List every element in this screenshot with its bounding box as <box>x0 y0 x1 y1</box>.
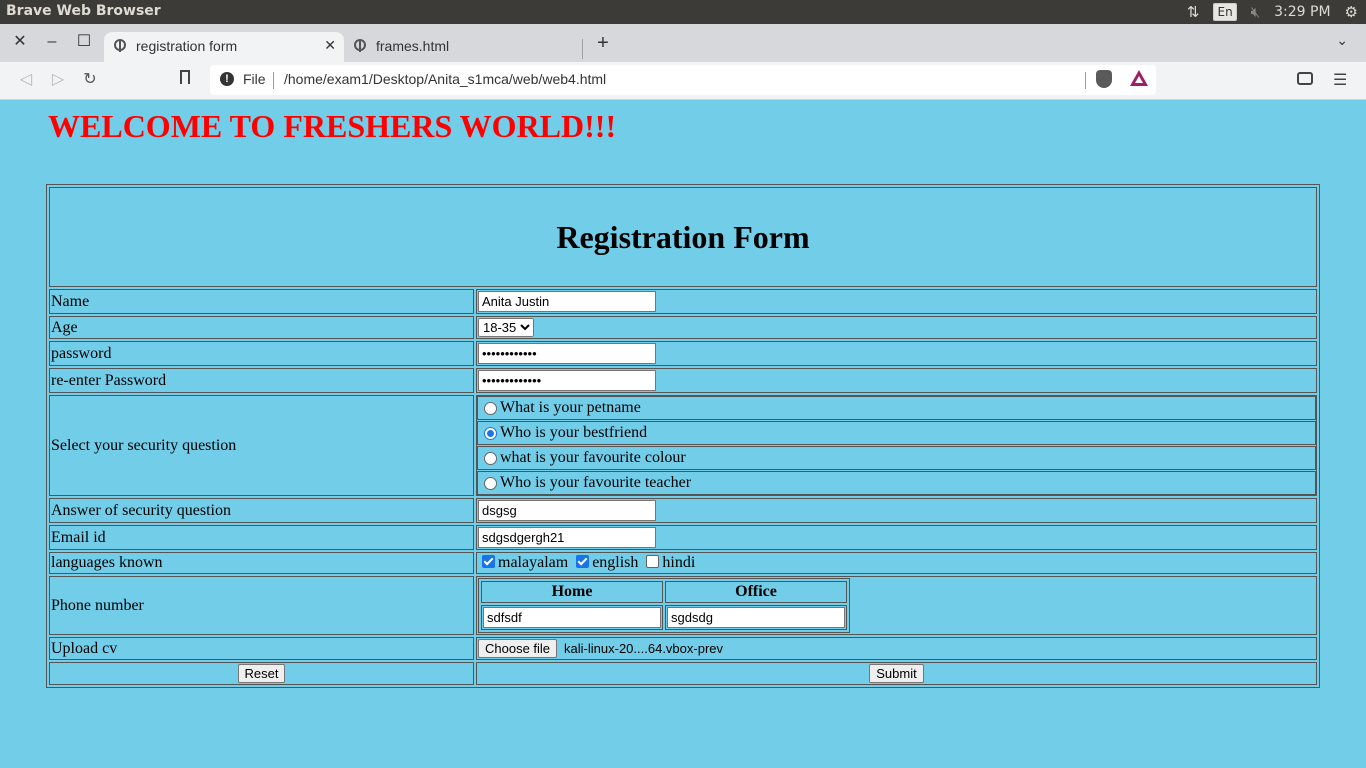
password-input[interactable] <box>478 343 656 364</box>
wallet-icon[interactable] <box>1297 72 1313 85</box>
answer-input[interactable] <box>478 500 656 521</box>
password-label: password <box>49 341 474 366</box>
brave-shields-icon[interactable] <box>1096 70 1112 88</box>
url-scheme-label: File <box>243 71 266 87</box>
language-label: hindi <box>662 554 696 571</box>
tab-label: frames.html <box>376 38 450 54</box>
security-option-teacher[interactable]: Who is your favourite teacher <box>477 471 1316 495</box>
selected-file-name: kali-linux-20....64.vbox-prev <box>564 641 724 656</box>
os-indicators: ⇅ En 🔇︎ 3:29 PM ⚙ <box>1187 2 1358 22</box>
volume-muted-icon[interactable]: 🔇︎ <box>1251 3 1260 21</box>
phone-office-input[interactable] <box>667 607 845 628</box>
language-label: malayalam <box>498 554 569 571</box>
languages-label: languages known <box>49 552 474 574</box>
phone-office-header: Office <box>665 581 847 603</box>
info-icon[interactable]: ! <box>220 72 234 86</box>
browser-tab-strip: ✕ – ☐ registration form ✕ frames.html <box>0 24 1366 62</box>
upload-cv-label: Upload cv <box>49 637 474 660</box>
security-option-label: what is your favourite colour <box>500 449 686 466</box>
tab-close-icon[interactable]: ✕ <box>324 37 336 54</box>
submit-button[interactable]: Submit <box>869 664 924 683</box>
url-separator <box>273 72 274 89</box>
page-viewport: WELCOME TO FRESHERS WORLD!!! Registratio… <box>4 100 1362 764</box>
window-minimize-icon[interactable]: – <box>42 32 62 52</box>
security-option-colour[interactable]: what is your favourite colour <box>477 446 1316 470</box>
tab-search-chevron-down-icon[interactable]: ⌄ <box>1336 32 1348 49</box>
language-label: english <box>592 554 639 571</box>
age-select[interactable]: 18-35 <box>478 318 534 337</box>
checkbox-malayalam[interactable] <box>482 555 495 568</box>
browser-toolbar: ◁ ▷ ↻ ! File /home/exam1/Desktop/Anita_s… <box>0 62 1366 100</box>
url-text[interactable]: /home/exam1/Desktop/Anita_s1mca/web/web4… <box>284 71 606 87</box>
globe-icon <box>114 39 126 52</box>
security-option-bestfriend[interactable]: Who is your bestfriend <box>477 421 1316 445</box>
globe-icon <box>354 39 366 52</box>
welcome-heading: WELCOME TO FRESHERS WORLD!!! <box>48 108 617 144</box>
window-maximize-icon[interactable]: ☐ <box>74 32 94 52</box>
os-clock[interactable]: 3:29 PM <box>1274 4 1330 20</box>
radio-button-checked[interactable] <box>484 426 497 440</box>
tab-label: registration form <box>136 38 238 54</box>
security-option-label: Who is your bestfriend <box>500 424 648 441</box>
phone-home-header: Home <box>481 581 663 603</box>
security-question-options: What is your petname Who is your bestfri… <box>476 395 1317 496</box>
security-option-label: Who is your favourite teacher <box>500 474 692 491</box>
reenter-password-label: re-enter Password <box>49 368 474 393</box>
new-tab-plus-icon[interactable]: + <box>592 32 614 54</box>
security-option-petname[interactable]: What is your petname <box>477 396 1316 420</box>
tab-separator <box>582 39 583 59</box>
answer-label: Answer of security question <box>49 498 474 523</box>
reload-icon[interactable]: ↻ <box>80 70 100 90</box>
registration-form-table: Registration Form Name Age 18-35 passwor… <box>46 184 1320 688</box>
form-title: Registration Form <box>49 187 1317 287</box>
system-settings-gear-icon[interactable]: ⚙ <box>1345 3 1358 21</box>
radio-button[interactable] <box>484 451 497 465</box>
reset-button[interactable]: Reset <box>237 664 286 683</box>
tab-frames-html[interactable]: frames.html <box>344 32 580 62</box>
tab-registration-form[interactable]: registration form ✕ <box>104 32 344 62</box>
checkbox-hindi[interactable] <box>646 555 660 568</box>
back-arrow-icon[interactable]: ◁ <box>16 70 36 90</box>
checkbox-english[interactable] <box>576 555 590 568</box>
keyboard-language-indicator[interactable]: En <box>1213 3 1237 21</box>
security-option-label: What is your petname <box>500 399 641 416</box>
radio-button[interactable] <box>484 401 497 415</box>
phone-home-input[interactable] <box>483 607 661 628</box>
window-close-icon[interactable]: ✕ <box>10 32 30 52</box>
os-top-bar: Brave Web Browser ⇅ En 🔇︎ 3:29 PM ⚙ <box>0 0 1366 24</box>
name-label: Name <box>49 289 474 314</box>
bookmark-icon[interactable] <box>180 70 190 89</box>
network-transfer-icon[interactable]: ⇅ <box>1187 3 1200 21</box>
forward-arrow-icon[interactable]: ▷ <box>48 70 68 90</box>
email-label: Email id <box>49 525 474 550</box>
radio-button[interactable] <box>484 476 497 490</box>
address-bar[interactable]: ! File /home/exam1/Desktop/Anita_s1mca/w… <box>210 65 1156 95</box>
phone-number-table: Home Office <box>478 578 850 633</box>
choose-file-button[interactable]: Choose file <box>478 639 558 658</box>
languages-options: malayalam english hindi <box>476 552 1317 574</box>
hamburger-menu-icon[interactable]: ☰ <box>1333 70 1347 90</box>
reenter-password-input[interactable] <box>478 370 656 391</box>
email-input[interactable] <box>478 527 656 548</box>
brave-rewards-icon[interactable] <box>1130 70 1148 86</box>
os-window-title: Brave Web Browser <box>6 3 161 19</box>
security-question-label: Select your security question <box>49 395 474 496</box>
phone-label: Phone number <box>49 576 474 635</box>
name-input[interactable] <box>478 291 656 312</box>
age-label: Age <box>49 316 474 339</box>
url-separator <box>1085 72 1086 89</box>
